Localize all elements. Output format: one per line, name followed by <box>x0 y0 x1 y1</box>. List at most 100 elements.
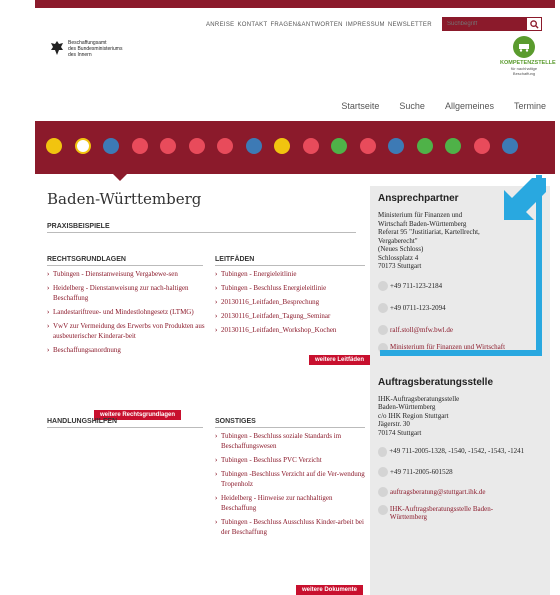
main-navigation: Startseite Suche Allgemeines Termine <box>341 101 546 111</box>
kompetenz-cart-icon <box>513 36 535 58</box>
top-navigation: ANREISE KONTAKT FRAGEN&ANTWORTEN IMPRESS… <box>206 22 432 28</box>
sonstiges-heading: SONSTIGES <box>215 418 365 428</box>
address-line: Schlossplatz 4 <box>378 253 419 262</box>
weitere-leitfaeden-button[interactable]: weitere Leitfäden <box>309 355 371 365</box>
state-icon-brandenburg[interactable] <box>160 138 176 154</box>
address-line: Jägerstr. 30 <box>378 420 410 428</box>
topnav-faq[interactable]: FRAGEN&ANTWORTEN <box>270 22 342 28</box>
rechtsgrundlagen-heading: RECHTSGRUNDLAGEN <box>47 256 203 266</box>
search-button[interactable] <box>527 18 541 30</box>
auftragsberatungsstelle-email[interactable]: auftragsberatung@stuttgart.ihk.de <box>378 487 528 497</box>
list-item[interactable]: Tubingen - Energieleitlinie <box>215 269 365 279</box>
arrow-icon <box>504 178 546 220</box>
list-item[interactable]: Tubingen - Beschluss Ausschluss Kinder-a… <box>215 517 365 537</box>
list-item[interactable]: Tubingen - Beschluss Energieleitlinie <box>215 283 365 293</box>
topnav-newsletter[interactable]: NEWSLETTER <box>388 22 432 28</box>
address-line: 70173 Stuttgart <box>378 262 422 270</box>
mail-icon <box>378 324 388 335</box>
mail-icon <box>378 487 388 497</box>
state-icon-sachsen-anhalt[interactable] <box>445 138 461 154</box>
state-icon-saarland[interactable] <box>388 138 404 154</box>
topnav-impressum[interactable]: IMPRESSUM <box>346 22 385 28</box>
auftragsberatungsstelle-heading: Auftragsberatungsstelle <box>378 376 494 388</box>
list-item[interactable]: 20130116_Leitfaden_Workshop_Kochen <box>215 325 365 335</box>
address-line: c/o IHK Region Stuttgart <box>378 411 449 420</box>
state-icon-hamburg[interactable] <box>217 138 233 154</box>
state-icon-germany[interactable] <box>46 138 62 154</box>
state-icon-berlin[interactable] <box>131 138 148 154</box>
auftragsberatungsstelle-web[interactable]: IHK-Auftragsberatungsstelle Baden-Württe… <box>378 505 528 521</box>
kompetenz-subtitle: für nachhaltige Beschaffung <box>510 66 538 76</box>
leitfaeden-list: Tubingen - Energieleitlinie Tubingen - B… <box>215 269 365 339</box>
state-icon-bremen[interactable] <box>188 138 205 154</box>
state-icon-rheinland-pfalz[interactable] <box>359 138 376 154</box>
address-line: IHK-Auftragsberatungsstelle <box>378 394 460 403</box>
topnav-anreise[interactable]: ANREISE <box>206 22 234 28</box>
topnav-kontakt[interactable]: KONTAKT <box>237 22 267 28</box>
state-icon-niedersachsen[interactable] <box>302 138 319 154</box>
list-item[interactable]: Tubingen -Beschluss Verzicht auf die Ver… <box>215 469 365 489</box>
state-icon-hessen[interactable] <box>245 138 262 154</box>
auftragsberatungsstelle-address: IHK-Auftragsberatungsstelle Baden-Württe… <box>378 395 528 438</box>
list-item[interactable]: Heidelberg - Dienstanweisung zur nach-ha… <box>47 283 207 303</box>
nav-allgemeines[interactable]: Allgemeines <box>445 101 494 111</box>
active-state-pointer <box>113 174 127 181</box>
address-line: Baden-Württemberg <box>378 403 436 411</box>
page-title: Baden-Württemberg <box>47 190 202 208</box>
phone-icon <box>378 280 388 291</box>
state-icon-nordrhein-westfalen[interactable] <box>331 138 347 154</box>
state-icon-thueringen[interactable] <box>502 138 518 154</box>
praxisbeispiele-heading: PRAXISBEISPIELE <box>47 223 356 233</box>
list-item[interactable]: 20130116_Leitfaden_Besprechung <box>215 297 365 307</box>
list-item[interactable]: Heidelberg - Hinweise zur nachhaltigen B… <box>215 493 365 513</box>
email-link[interactable]: ralf.stoll@mfw.bwl.de <box>390 326 453 334</box>
state-icon-baden-wuerttemberg[interactable] <box>74 138 91 154</box>
nav-suche[interactable]: Suche <box>399 101 425 111</box>
ansprechpartner-email[interactable]: ralf.stoll@mfw.bwl.de <box>378 324 528 335</box>
search-box <box>442 17 542 31</box>
nav-termine[interactable]: Termine <box>514 101 546 111</box>
ansprechpartner-phone: +49 711-123-2184 <box>378 280 528 291</box>
highlight-frame-bottom <box>380 350 542 356</box>
list-item[interactable]: Tubingen - Dienstanweisung Vergabewe-sen <box>47 269 207 279</box>
federal-eagle-icon <box>51 41 63 55</box>
search-icon <box>529 19 539 29</box>
kompetenzstelle-logo[interactable]: KOMPETENZSTELLE für nachhaltige Beschaff… <box>500 36 556 76</box>
logo-line-3: des Innern <box>68 52 92 58</box>
address-line: (Neues Schloss) <box>378 245 424 253</box>
rechtsgrundlagen-list: Tubingen - Dienstanweisung Vergabewe-sen… <box>47 269 207 359</box>
bund-logo[interactable]: Beschaffungsamt des Bundesministeriums d… <box>50 40 122 58</box>
phone-icon <box>378 447 388 457</box>
state-icon-bayern[interactable] <box>103 138 119 154</box>
fax-icon <box>378 467 388 477</box>
state-selector-bar <box>35 121 555 181</box>
phone-number: +49 711-123-2184 <box>390 281 443 290</box>
auftragsberatungsstelle-phone: +49 711-2005-1328, -1540, -1542, -1543, … <box>378 447 528 457</box>
fax-number: +49 0711-123-2094 <box>390 303 446 312</box>
phone-number: +49 711-2005-1328, -1540, -1542, -1543, … <box>389 447 525 455</box>
top-bar <box>35 0 555 8</box>
email-link[interactable]: auftragsberatung@stuttgart.ihk.de <box>390 488 485 496</box>
address-line: 70174 Stuttgart <box>378 428 422 437</box>
state-icon-sachsen[interactable] <box>416 138 433 154</box>
state-icon-schleswig-holstein[interactable] <box>473 138 490 154</box>
fax-number: +49 711-2005-601528 <box>390 468 453 476</box>
web-link[interactable]: IHK-Auftragsberatungsstelle Baden-Württe… <box>390 505 528 521</box>
list-item[interactable]: Tubingen - Beschluss PVC Verzicht <box>215 455 365 465</box>
search-input[interactable] <box>443 18 528 30</box>
list-item[interactable]: Landestariftreue- und Mindestlohngesetz … <box>47 307 207 317</box>
state-icon-mecklenburg-vorpommern[interactable] <box>274 138 290 154</box>
contact-sidebar: Ansprechpartner Ministerium für Finanzen… <box>370 186 550 595</box>
ansprechpartner-fax: +49 0711-123-2094 <box>378 302 528 313</box>
list-item[interactable]: VwV zur Vermeidung des Erwerbs von Produ… <box>47 321 207 341</box>
fax-icon <box>378 302 388 313</box>
leitfaeden-heading: LEITFÄDEN <box>215 256 365 266</box>
weitere-dokumente-button[interactable]: weitere Dokumente <box>296 585 364 595</box>
handlungshilfen-heading: HANDLUNGSHILFEN <box>47 418 203 428</box>
list-item[interactable]: Beschaffungsanordnung <box>47 345 207 355</box>
nav-startseite[interactable]: Startseite <box>341 101 379 111</box>
sonstiges-list: Tubingen - Beschluss soziale Standards i… <box>215 431 365 541</box>
list-item[interactable]: Tubingen - Beschluss soziale Standards i… <box>215 431 365 451</box>
web-icon <box>378 505 388 515</box>
list-item[interactable]: 20130116_Leitfaden_Tagung_Seminar <box>215 311 365 321</box>
